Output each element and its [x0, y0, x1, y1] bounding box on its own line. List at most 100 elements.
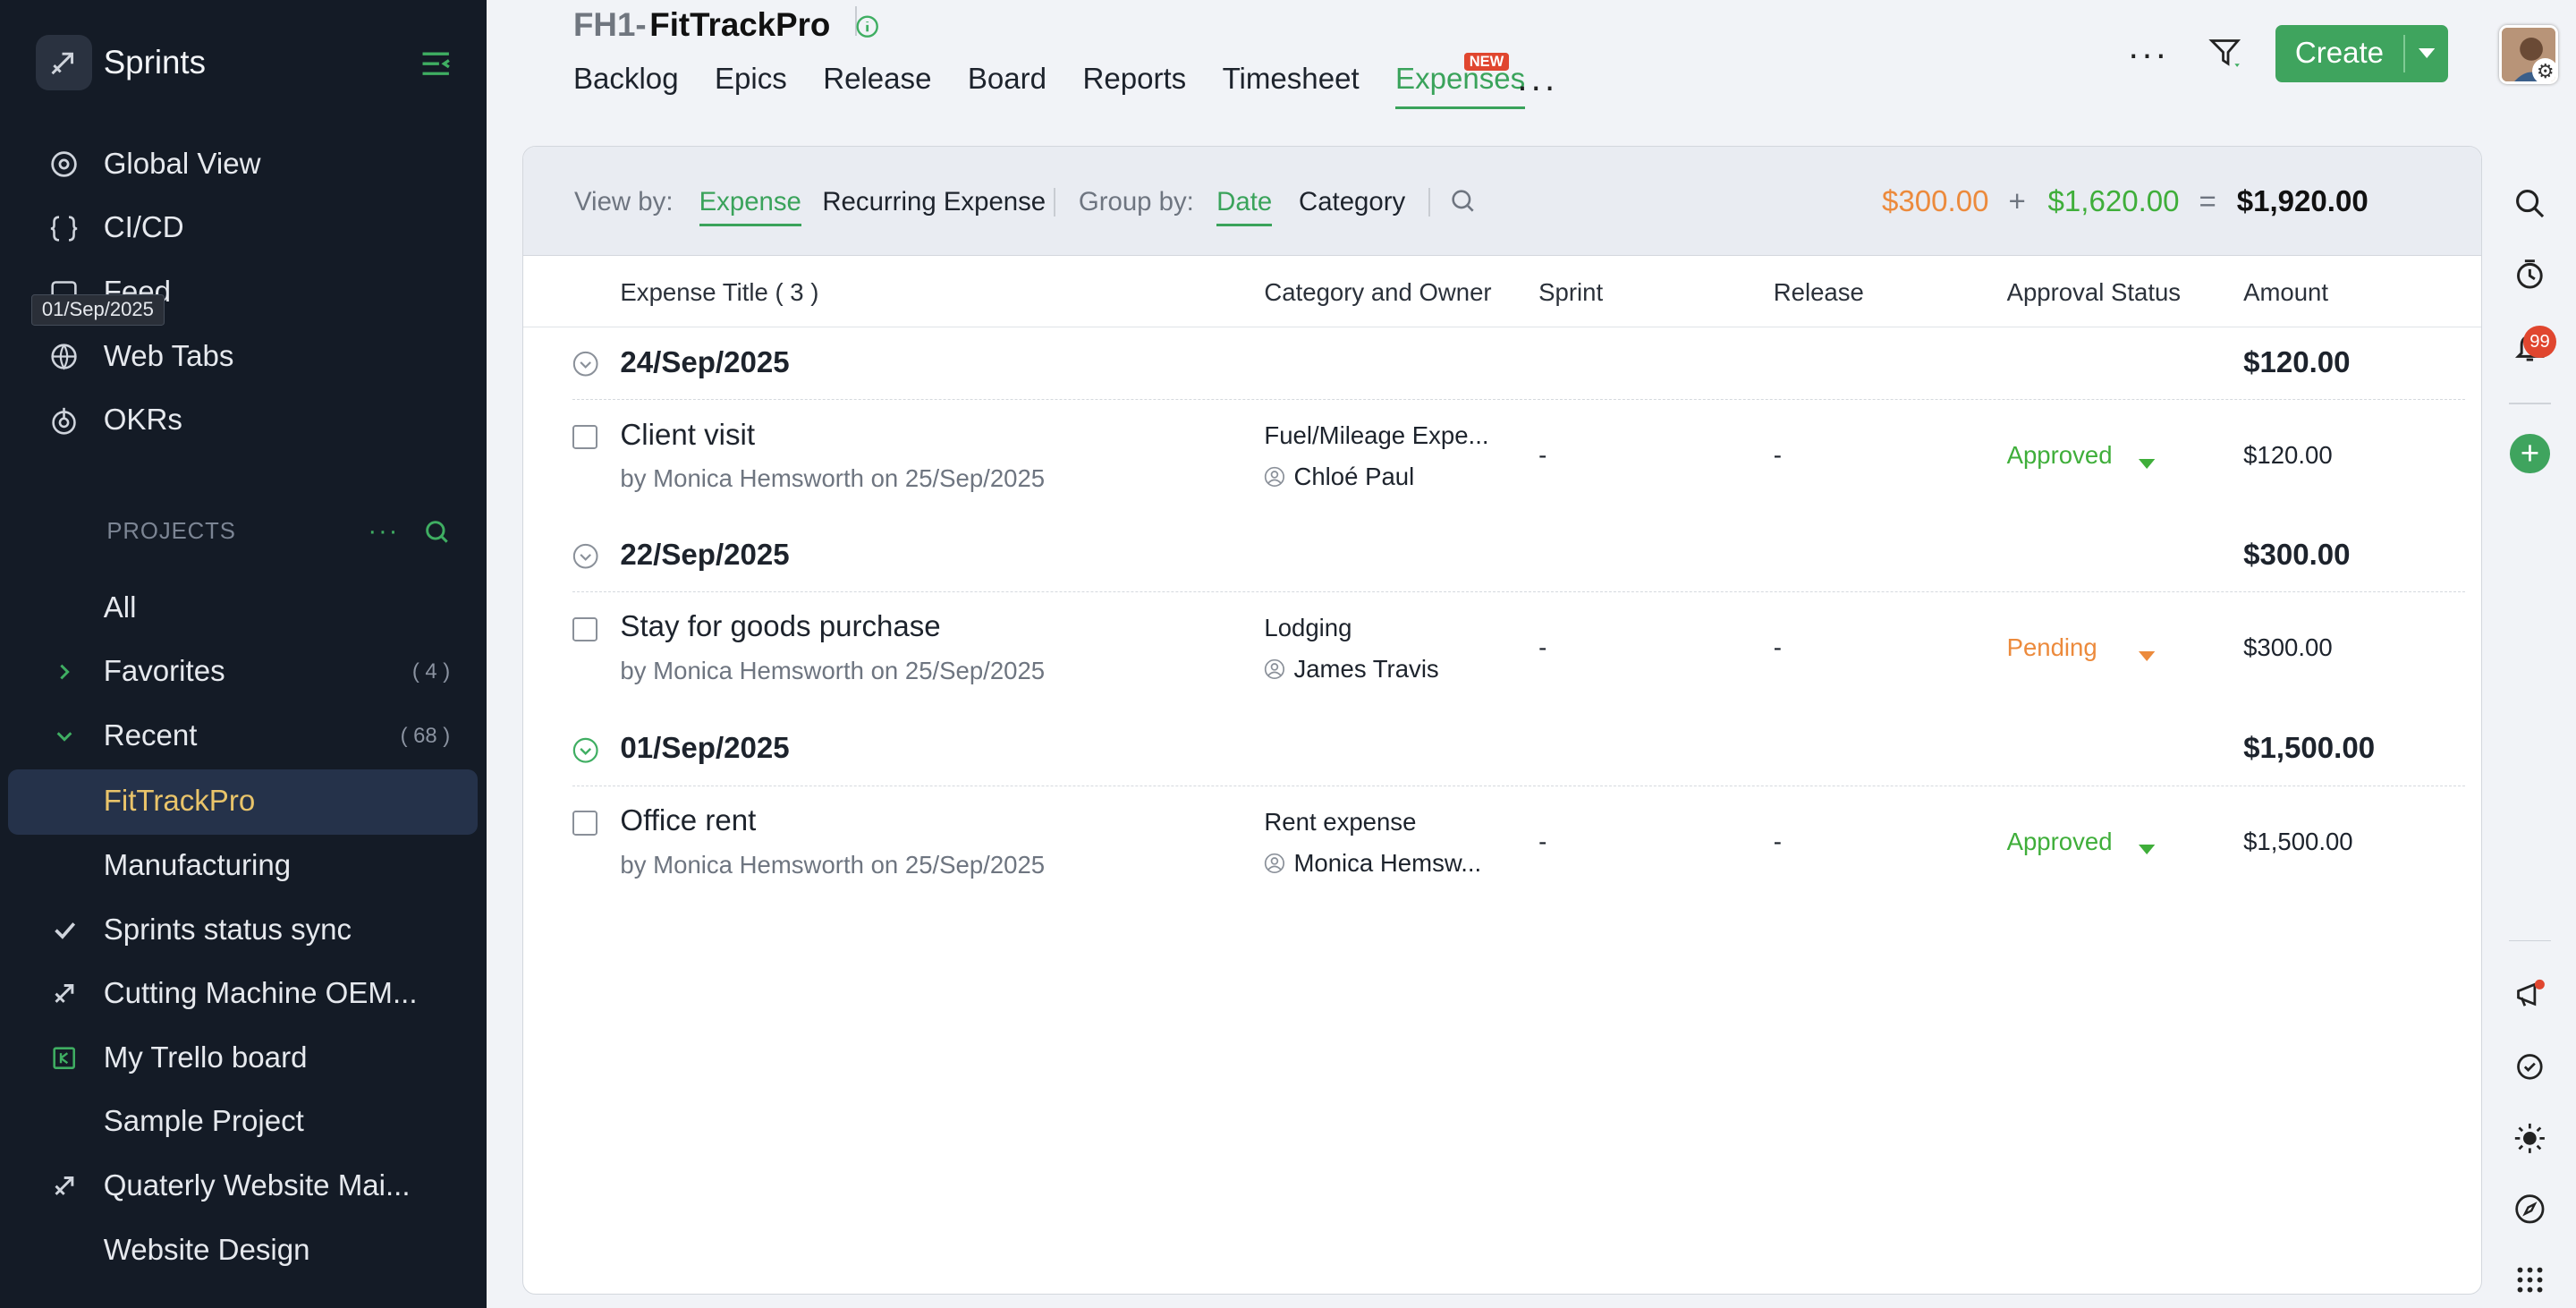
created-date: 25/Sep/2025	[904, 656, 1046, 684]
project-item-fittrackpro[interactable]: FitTrackPro	[0, 772, 487, 831]
expenses-toolbar: View by: Expense Recurring Expense Group…	[523, 147, 2482, 256]
view-expense-toggle[interactable]: Expense	[699, 187, 801, 226]
group-row[interactable]: 24/Sep/2025 $120.00	[523, 327, 2481, 400]
col-release[interactable]: Release	[1774, 278, 1864, 307]
collapse-circle-icon[interactable]	[572, 737, 598, 763]
col-approval-status[interactable]: Approval Status	[2007, 278, 2181, 307]
group-category-toggle[interactable]: Category	[1299, 187, 1405, 217]
tab-epics[interactable]: Epics	[715, 63, 787, 109]
col-expense-title[interactable]: Expense Title ( 3 )	[620, 278, 818, 307]
col-category-owner[interactable]: Category and Owner	[1264, 278, 1491, 307]
group-row[interactable]: 22/Sep/2025 $300.00	[523, 520, 2481, 592]
group-date: 22/Sep/2025	[620, 538, 790, 572]
project-label: FitTrackPro	[103, 785, 256, 819]
collapse-sidebar-icon[interactable]	[418, 46, 453, 81]
row-checkbox[interactable]	[572, 424, 597, 450]
table-row[interactable]: Client visit by Monica Hemsworth on 25/S…	[523, 402, 2481, 523]
tab-backlog[interactable]: Backlog	[573, 63, 679, 109]
tab-reports[interactable]: Reports	[1082, 63, 1186, 109]
tab-timesheet[interactable]: Timesheet	[1223, 63, 1360, 109]
status-label: Approved	[2006, 441, 2113, 470]
group-date-toggle[interactable]: Date	[1216, 187, 1273, 226]
project-item-website-design[interactable]: Website Design	[0, 1221, 487, 1280]
approval-status-dropdown[interactable]: Approved	[2007, 828, 2155, 856]
row-checkbox[interactable]	[572, 811, 597, 837]
project-item-quaterly-website[interactable]: Quaterly Website Mai...	[0, 1157, 487, 1216]
projects-search-icon[interactable]	[424, 519, 450, 552]
approval-status-dropdown[interactable]: Pending	[2007, 633, 2155, 662]
apps-grid-icon[interactable]	[2512, 1262, 2547, 1298]
expense-release: -	[1773, 827, 1782, 855]
expense-release: -	[1773, 441, 1782, 470]
projects-more-button[interactable]: ···	[368, 516, 399, 547]
creator-name: Monica Hemsworth	[653, 850, 864, 879]
notification-badge: 99	[2523, 325, 2556, 359]
project-label: My Trello board	[103, 1040, 308, 1074]
sync-icon[interactable]	[2512, 1049, 2547, 1084]
add-icon[interactable]: +	[2510, 433, 2550, 473]
tab-board[interactable]: Board	[968, 63, 1046, 109]
tabs-more-button[interactable]: ···	[1516, 65, 1557, 107]
col-amount[interactable]: Amount	[2243, 278, 2328, 307]
expense-amount: $1,500.00	[2243, 827, 2353, 855]
project-item-cutting-machine[interactable]: Cutting Machine OEM...	[0, 964, 487, 1023]
nav-okrs[interactable]: OKRs	[0, 391, 487, 450]
view-recurring-toggle[interactable]: Recurring Expense	[822, 187, 1046, 217]
theme-sun-icon[interactable]	[2512, 1121, 2547, 1157]
user-avatar[interactable]: ⚙	[2498, 24, 2558, 84]
expense-amount: $300.00	[2243, 633, 2333, 662]
project-name[interactable]: FitTrackPro	[649, 6, 830, 44]
nav-web-tabs[interactable]: Web Tabs	[0, 327, 487, 386]
divider	[2508, 939, 2552, 942]
table-row[interactable]: Stay for goods purchase by Monica Hemswo…	[523, 594, 2481, 716]
app-name: Sprints	[103, 43, 206, 81]
project-item-sprints-status-sync[interactable]: Sprints status sync	[0, 901, 487, 960]
group-total: $1,500.00	[2243, 732, 2376, 766]
group-row[interactable]: 01/Sep/2025 $1,500.00	[523, 714, 2481, 786]
search-icon[interactable]	[2512, 186, 2547, 222]
filter-icon[interactable]	[2207, 36, 2244, 79]
brand[interactable]: Sprints	[36, 34, 206, 90]
compass-icon[interactable]	[2512, 1192, 2547, 1227]
group-by-label: Group by:	[1078, 186, 1194, 217]
divider	[1428, 188, 1430, 217]
projects-recent[interactable]: Recent ( 68 )	[0, 707, 487, 766]
nav-label: CI/CD	[103, 211, 184, 245]
project-code: FH1-	[573, 6, 647, 44]
projects-all[interactable]: All	[0, 579, 487, 638]
project-item-my-trello-board[interactable]: My Trello board	[0, 1029, 487, 1088]
toolbar-search-icon[interactable]	[1450, 188, 1476, 221]
settings-gear-icon[interactable]: ⚙	[2532, 57, 2555, 81]
create-dropdown-icon[interactable]	[2405, 48, 2448, 59]
expense-title[interactable]: Office rent	[620, 804, 756, 838]
favorites-count: ( 4 )	[411, 659, 451, 684]
timer-icon[interactable]	[2512, 257, 2547, 293]
project-item-sample-project[interactable]: Sample Project	[0, 1092, 487, 1151]
create-button[interactable]: Create	[2275, 24, 2448, 82]
tab-expenses[interactable]: Expenses NEW	[1395, 52, 1526, 109]
project-item-manufacturing[interactable]: Manufacturing	[0, 837, 487, 896]
projects-favorites[interactable]: Favorites ( 4 )	[0, 642, 487, 701]
nav-cicd[interactable]: CI/CD	[0, 199, 487, 258]
col-sprint[interactable]: Sprint	[1538, 278, 1603, 307]
collapse-circle-icon[interactable]	[572, 543, 598, 569]
announcement-icon[interactable]	[2512, 976, 2547, 1012]
divider	[572, 399, 2466, 400]
group-date: 01/Sep/2025	[620, 732, 790, 766]
expense-title[interactable]: Stay for goods purchase	[620, 610, 940, 644]
table-row[interactable]: Office rent by Monica Hemsworth on 25/Se…	[523, 788, 2481, 910]
row-checkbox[interactable]	[572, 616, 597, 642]
grand-total: $1,920.00	[2236, 184, 2368, 218]
created-by: by Monica Hemsworth on 25/Sep/2025	[620, 464, 1045, 493]
creator-name: Monica Hemsworth	[653, 463, 864, 492]
tab-release[interactable]: Release	[823, 63, 931, 109]
code-braces-icon	[49, 214, 79, 243]
header-more-button[interactable]: ···	[2128, 33, 2169, 75]
nav-global-view[interactable]: Global View	[0, 135, 487, 194]
group-date: 24/Sep/2025	[620, 345, 790, 379]
collapse-circle-icon[interactable]	[572, 351, 598, 377]
info-icon[interactable]	[854, 13, 880, 47]
expense-title[interactable]: Client visit	[620, 419, 755, 453]
approval-status-dropdown[interactable]: Approved	[2006, 441, 2155, 470]
web-globe-icon	[49, 342, 79, 371]
